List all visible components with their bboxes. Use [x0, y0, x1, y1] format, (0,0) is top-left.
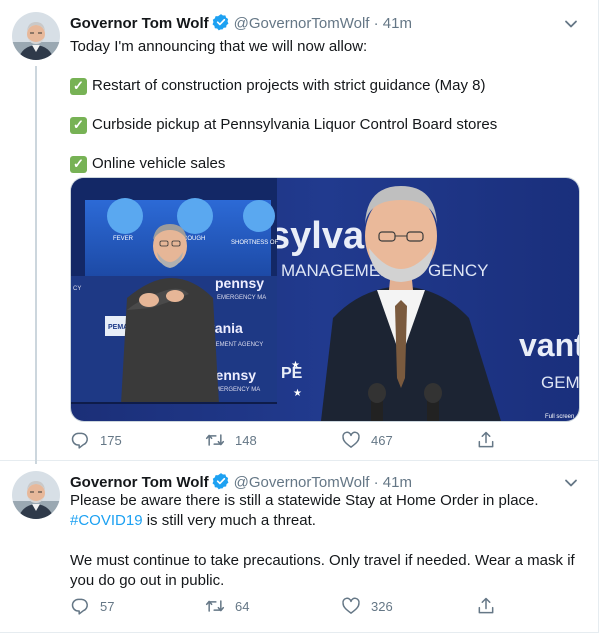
check-mark-icon: ✓: [70, 77, 87, 95]
check-mark-icon: ✓: [70, 155, 87, 173]
backdrop-text: GEMEI: [541, 373, 579, 392]
tweet-paragraph: We must continue to take precautions. On…: [70, 552, 575, 589]
author-handle[interactable]: @GovernorTomWolf: [234, 15, 370, 32]
reply-icon: [70, 596, 90, 616]
author-handle[interactable]: @GovernorTomWolf: [234, 474, 370, 491]
reply-count: 175: [100, 432, 122, 448]
avatar[interactable]: [12, 12, 60, 60]
backdrop-text: vant: [519, 327, 579, 363]
svg-text:★: ★: [291, 360, 300, 371]
avatar[interactable]: [12, 471, 60, 519]
share-icon: [476, 430, 496, 450]
tweet-line: #COVID19 is still very much a threat.: [70, 511, 582, 531]
tweet-header: Governor Tom Wolf @GovernorTomWolf · 41m: [70, 13, 586, 35]
chevron-down-icon[interactable]: [564, 475, 578, 485]
tweet-line: Please be aware there is still a statewi…: [70, 492, 539, 509]
fullscreen-label: Full screen: [545, 414, 574, 420]
hashtag-link[interactable]: #COVID19: [70, 512, 143, 529]
chevron-down-icon[interactable]: [564, 16, 578, 26]
backdrop-text: EMERGENCY MA: [211, 387, 260, 393]
retweet-count: 64: [235, 598, 250, 614]
timestamp[interactable]: 41m: [383, 15, 412, 32]
svg-text:★: ★: [293, 388, 302, 399]
separator: ·: [373, 474, 379, 491]
tweet-text: Today I'm announcing that we will now al…: [70, 37, 582, 174]
reply-button[interactable]: 57: [70, 596, 114, 616]
share-icon: [476, 596, 496, 616]
like-count: 467: [371, 432, 393, 448]
backdrop-text: pennsy: [215, 275, 264, 291]
video-player[interactable]: sylva MANAGEMENT GENCY vant GEMEI PE ★ ★: [70, 177, 580, 422]
backdrop-text: sylva: [269, 215, 365, 257]
tweet[interactable]: Governor Tom Wolf @GovernorTomWolf · 41m …: [0, 461, 598, 631]
tweet-actions: 57 64 326: [70, 596, 510, 616]
author-name[interactable]: Governor Tom Wolf: [70, 15, 209, 32]
list-item-text: Curbside pickup at Pennsylvania Liquor C…: [92, 116, 498, 133]
reply-icon: [70, 430, 90, 450]
retweet-button[interactable]: 64: [205, 596, 249, 616]
list-item: ✓ Online vehicle sales: [70, 154, 582, 174]
tweet[interactable]: Governor Tom Wolf @GovernorTomWolf · 41m …: [0, 0, 598, 464]
reply-button[interactable]: 175: [70, 430, 122, 450]
retweet-icon: [205, 430, 225, 450]
separator: ·: [373, 15, 379, 32]
list-item: ✓ Curbside pickup at Pennsylvania Liquor…: [70, 115, 582, 135]
share-button[interactable]: [476, 430, 506, 450]
tweet-actions: 175 148 467: [70, 430, 510, 450]
heart-icon: [341, 596, 361, 616]
backdrop-text: GENCY: [428, 261, 488, 280]
like-count: 326: [371, 598, 393, 614]
timeline: Governor Tom Wolf @GovernorTomWolf · 41m …: [0, 0, 599, 633]
reply-count: 57: [100, 598, 115, 614]
thread-line: [35, 66, 37, 464]
list-item-text: Online vehicle sales: [92, 155, 226, 172]
retweet-count: 148: [235, 432, 257, 448]
heart-icon: [341, 430, 361, 450]
slide-label: FEVER: [113, 236, 134, 242]
tweet-line-rest: is still very much a threat.: [142, 512, 316, 529]
share-button[interactable]: [476, 596, 506, 616]
timestamp[interactable]: 41m: [383, 474, 412, 491]
tweet-text: Please be aware there is still a statewi…: [70, 491, 582, 591]
retweet-button[interactable]: 148: [205, 430, 257, 450]
verified-badge-icon: [212, 13, 230, 35]
like-button[interactable]: 326: [341, 596, 393, 616]
tweet-intro: Today I'm announcing that we will now al…: [70, 38, 368, 55]
retweet-icon: [205, 596, 225, 616]
slide-label: SHORTNESS OF: [231, 240, 279, 246]
backdrop-text: CY: [73, 286, 81, 292]
backdrop-text: EMERGENCY MA: [217, 295, 266, 301]
list-item: ✓ Restart of construction projects with …: [70, 76, 582, 96]
check-mark-icon: ✓: [70, 116, 87, 134]
sign-language-inset: FEVER COUGH SHORTNESS OF pennsy EMERGENC…: [71, 178, 279, 404]
like-button[interactable]: 467: [341, 430, 393, 450]
list-item-text: Restart of construction projects with st…: [92, 77, 486, 94]
author-name[interactable]: Governor Tom Wolf: [70, 474, 209, 491]
